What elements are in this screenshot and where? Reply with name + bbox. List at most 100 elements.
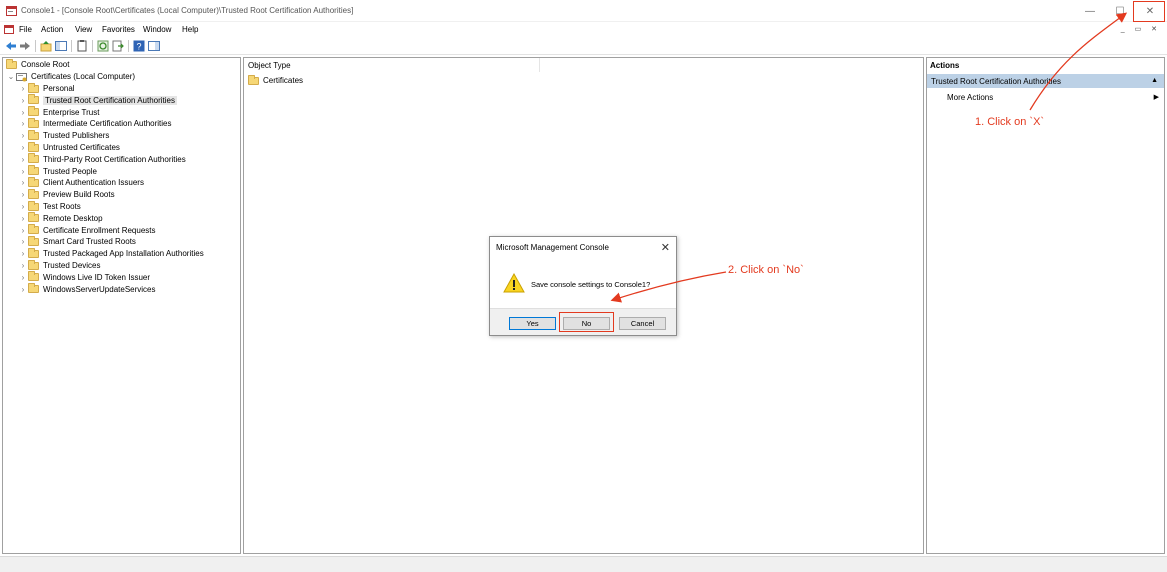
maximize-icon: ☐	[1115, 5, 1125, 17]
tree-item-label: Personal	[43, 84, 75, 93]
chevron-right-icon[interactable]: ›	[18, 84, 28, 93]
menu-action[interactable]: Action	[41, 25, 63, 34]
toolbar-separator	[35, 40, 36, 52]
up-folder-icon[interactable]	[40, 40, 52, 52]
menu-window[interactable]: Window	[143, 25, 171, 34]
collapse-up-icon[interactable]: ▲	[1151, 77, 1158, 84]
tree-item[interactable]: › Smart Card Trusted Roots	[18, 235, 136, 247]
chevron-right-icon[interactable]: ›	[18, 273, 28, 282]
chevron-right-icon[interactable]: ›	[18, 96, 28, 105]
menu-help[interactable]: Help	[182, 25, 198, 34]
tree-item[interactable]: › Intermediate Certification Authorities	[18, 117, 172, 129]
toolbar-separator	[128, 40, 129, 52]
back-arrow-icon[interactable]	[5, 40, 17, 52]
show-hide-tree-icon[interactable]	[55, 40, 67, 52]
show-action-pane-icon[interactable]	[148, 40, 160, 52]
export-list-icon[interactable]	[112, 40, 124, 52]
chevron-right-icon[interactable]: ›	[18, 261, 28, 270]
properties-icon[interactable]	[76, 40, 88, 52]
tree-item[interactable]: › WindowsServerUpdateServices	[18, 283, 156, 295]
dialog-close-button[interactable]: ✕	[661, 241, 670, 254]
chevron-right-icon[interactable]: ›	[18, 202, 28, 211]
tree-item-certificates-local-computer[interactable]: ⌄ Certificates (Local Computer)	[6, 71, 135, 82]
chevron-right-icon[interactable]: ›	[18, 131, 28, 140]
help-icon[interactable]: ?	[133, 40, 145, 52]
minimize-button[interactable]: —	[1075, 0, 1105, 22]
folder-icon	[28, 200, 39, 211]
menu-favorites[interactable]: Favorites	[102, 25, 135, 34]
tree-item[interactable]: › Enterprise Trust	[18, 106, 100, 118]
list-item[interactable]: Certificates	[248, 74, 303, 86]
tree-item[interactable]: › Windows Live ID Token Issuer	[18, 271, 151, 283]
folder-icon	[28, 259, 39, 270]
tree-item[interactable]: › Remote Desktop	[18, 212, 103, 224]
chevron-right-icon[interactable]: ›	[18, 190, 28, 199]
column-header-object-type[interactable]: Object Type	[244, 58, 540, 72]
tree-item-label: Certificate Enrollment Requests	[43, 225, 156, 235]
maximize-button[interactable]: ☐	[1105, 0, 1135, 22]
folder-icon	[28, 212, 39, 223]
folder-icon	[28, 235, 39, 246]
tree-item[interactable]: › Test Roots	[18, 200, 81, 212]
menu-bar: File Action View Favorites Window Help _…	[0, 22, 1167, 37]
mmc-app-icon[interactable]	[6, 6, 17, 16]
forward-arrow-icon[interactable]	[19, 40, 31, 52]
title-bar: Console1 - [Console Root\Certificates (L…	[0, 0, 1167, 22]
tree-item-label: Enterprise Trust	[43, 107, 100, 117]
annotation-step-2: 2. Click on `No`	[728, 264, 804, 276]
console-system-menu-icon[interactable]	[4, 25, 14, 34]
chevron-right-icon[interactable]: ›	[18, 285, 28, 294]
actions-group-header[interactable]: Trusted Root Certification Authorities ▲	[927, 74, 1164, 88]
chevron-right-icon[interactable]: ›	[18, 167, 28, 176]
tree-item[interactable]: › Third-Party Root Certification Authorit…	[18, 153, 186, 165]
tree-item[interactable]: › Trusted Packaged App Installation Autho…	[18, 247, 204, 259]
dialog-title: Microsoft Management Console	[496, 243, 609, 252]
folder-icon	[28, 94, 39, 105]
toolbar: ?	[0, 37, 1167, 55]
tree-item[interactable]: › Trusted Publishers	[18, 129, 110, 141]
folder-icon	[28, 165, 39, 176]
chevron-right-icon[interactable]: ›	[18, 226, 28, 235]
yes-button[interactable]: Yes	[509, 317, 556, 330]
tree-item-label: Remote Desktop	[43, 213, 103, 223]
mdi-window-controls[interactable]: _ ▭ ✕	[1121, 25, 1161, 33]
chevron-right-icon[interactable]: ›	[18, 119, 28, 128]
tree-item[interactable]: › Certificate Enrollment Requests	[18, 224, 156, 236]
tree-item-label: Certificates (Local Computer)	[31, 72, 136, 81]
chevron-right-icon[interactable]: ›	[18, 108, 28, 117]
cancel-button[interactable]: Cancel	[619, 317, 666, 330]
tree-item[interactable]: › Client Authentication Issuers	[18, 176, 144, 188]
folder-icon	[248, 74, 259, 85]
menu-view[interactable]: View	[75, 25, 92, 34]
certificate-store-icon	[16, 72, 27, 81]
chevron-down-icon[interactable]: ⌄	[6, 72, 16, 81]
refresh-icon[interactable]	[97, 40, 109, 52]
tree-item[interactable]: › Preview Build Roots	[18, 188, 115, 200]
annotation-step-1: 1. Click on `X`	[975, 116, 1045, 128]
chevron-right-icon[interactable]: ›	[18, 214, 28, 223]
tree-item-console-root[interactable]: Console Root	[6, 58, 69, 70]
actions-group-label: Trusted Root Certification Authorities	[931, 77, 1061, 86]
tree-item-label: Windows Live ID Token Issuer	[43, 272, 151, 282]
chevron-right-icon[interactable]: ›	[18, 155, 28, 164]
tree-item-label: Test Roots	[43, 202, 81, 211]
tree-item[interactable]: › Trusted Devices	[18, 259, 101, 271]
actions-pane: Actions Trusted Root Certification Autho…	[926, 57, 1165, 554]
warning-icon	[503, 273, 525, 293]
tree-item[interactable]: › Trusted People	[18, 165, 97, 177]
folder-icon	[28, 176, 39, 187]
chevron-right-icon[interactable]: ›	[18, 237, 28, 246]
tree-item-label: Trusted Publishers	[43, 131, 110, 141]
chevron-right-icon[interactable]: ›	[18, 178, 28, 187]
chevron-right-icon[interactable]: ›	[18, 143, 28, 152]
svg-text:?: ?	[136, 42, 141, 52]
more-actions-link[interactable]: More Actions	[947, 93, 993, 102]
chevron-right-icon[interactable]: ›	[18, 249, 28, 258]
folder-icon	[28, 188, 39, 199]
annotation-highlight-no	[559, 312, 614, 332]
folder-icon	[28, 271, 39, 282]
tree-item[interactable]: › Trusted Root Certification Authorities	[18, 94, 177, 106]
tree-item[interactable]: › Personal	[18, 82, 75, 94]
menu-file[interactable]: File	[19, 25, 32, 34]
tree-item[interactable]: › Untrusted Certificates	[18, 141, 120, 153]
